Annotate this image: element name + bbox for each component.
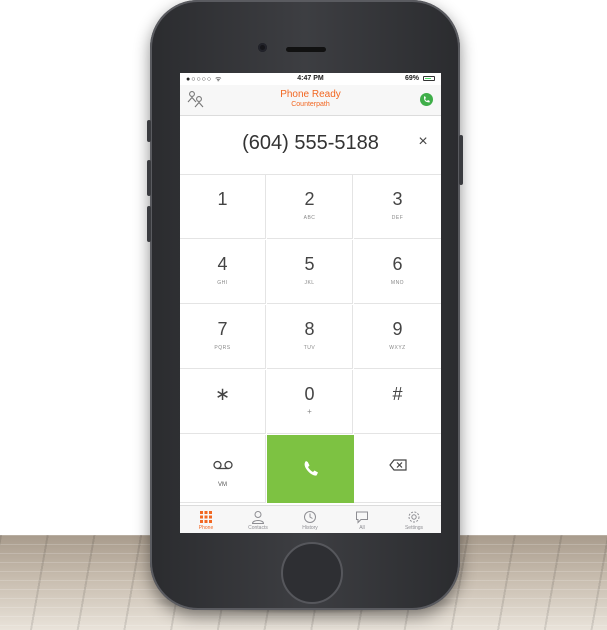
key-7[interactable]: 7 PQRS (180, 305, 266, 369)
key-letters: PQRS (214, 345, 231, 351)
key-letters: ABC (303, 215, 316, 221)
battery-percentage: 69% (404, 75, 419, 82)
dialed-number-area: (604) 555-5188 × (180, 116, 441, 175)
tab-label: History (302, 525, 318, 531)
phone-screen: ●○○○○ ᯤ 4:47 PM 69% Phone Ready Counterp… (180, 73, 441, 533)
key-digit: ∗ (214, 384, 231, 404)
chat-icon (356, 511, 368, 524)
volume-up-button (147, 160, 151, 196)
gear-icon (408, 511, 420, 523)
status-bar: ●○○○○ ᯤ 4:47 PM 69% (180, 73, 441, 85)
tab-label: All (359, 525, 365, 531)
key-3[interactable]: 3 DEF (354, 175, 441, 239)
key-letters: DEF (391, 215, 404, 221)
voicemail-label: VM (218, 482, 227, 488)
key-plus: + (307, 407, 312, 416)
tab-label: Settings (404, 525, 424, 531)
key-digit: 4 (217, 254, 228, 274)
tab-all[interactable]: All (336, 506, 388, 533)
tab-history[interactable]: History (284, 506, 336, 533)
voicemail-button[interactable]: VM (180, 435, 266, 503)
key-letters: JKL (304, 280, 315, 286)
key-letters: WXYZ (389, 345, 406, 351)
clear-number-button[interactable]: × (415, 134, 431, 150)
key-4[interactable]: 4 GHI (180, 240, 266, 304)
key-letters: MNO (390, 280, 405, 286)
registration-status-title: Phone Ready (280, 89, 341, 100)
tab-contacts[interactable]: Contacts (232, 506, 284, 533)
key-2[interactable]: 2 ABC (267, 175, 353, 239)
key-hash[interactable]: # (354, 370, 441, 434)
call-button[interactable] (267, 435, 354, 503)
key-9[interactable]: 9 WXYZ (354, 305, 441, 369)
presence-icon[interactable] (420, 93, 433, 106)
contacts-icon (251, 511, 265, 524)
key-digit: 6 (392, 254, 403, 274)
tab-label: Phone (198, 525, 214, 531)
key-digit: 8 (304, 319, 315, 339)
key-digit: # (392, 384, 403, 404)
app-header: Phone Ready Counterpath (180, 85, 441, 116)
backspace-icon (388, 459, 407, 471)
earpiece-speaker (286, 47, 326, 52)
key-digit: 5 (304, 254, 315, 274)
key-digit: 1 (217, 189, 228, 209)
clock-icon (304, 511, 316, 523)
battery-level-fill (425, 78, 431, 79)
key-digit: 9 (392, 319, 403, 339)
tab-phone[interactable]: Phone (180, 506, 232, 533)
key-digit: 7 (217, 319, 228, 339)
key-6[interactable]: 6 MNO (354, 240, 441, 304)
key-8[interactable]: 8 TUV (267, 305, 353, 369)
key-1[interactable]: 1 (180, 175, 266, 239)
tab-settings[interactable]: Settings (388, 506, 440, 533)
tab-bar: Phone Contacts History All Settings (180, 505, 441, 533)
key-digit: 3 (392, 189, 403, 209)
key-letters: GHI (217, 280, 228, 286)
dialed-number[interactable]: (604) 555-5188 (180, 132, 441, 155)
voicemail-icon (212, 460, 233, 470)
key-letters: TUV (303, 345, 316, 351)
key-0[interactable]: 0 + (267, 370, 353, 434)
volume-down-button (147, 206, 151, 242)
home-button[interactable] (281, 542, 343, 604)
key-digit: 0 (304, 384, 315, 404)
keypad-icon (200, 511, 212, 523)
power-button (459, 135, 463, 185)
phone-call-icon (304, 461, 318, 476)
key-star[interactable]: ∗ (180, 370, 266, 434)
battery-icon (423, 76, 435, 81)
status-time: 4:47 PM (297, 75, 324, 82)
key-digit: 2 (304, 189, 315, 209)
account-name: Counterpath (291, 101, 330, 108)
backspace-button[interactable] (354, 435, 441, 503)
key-5[interactable]: 5 JKL (267, 240, 353, 304)
mute-switch (147, 120, 151, 142)
front-camera (258, 43, 267, 52)
tab-label: Contacts (248, 525, 268, 531)
